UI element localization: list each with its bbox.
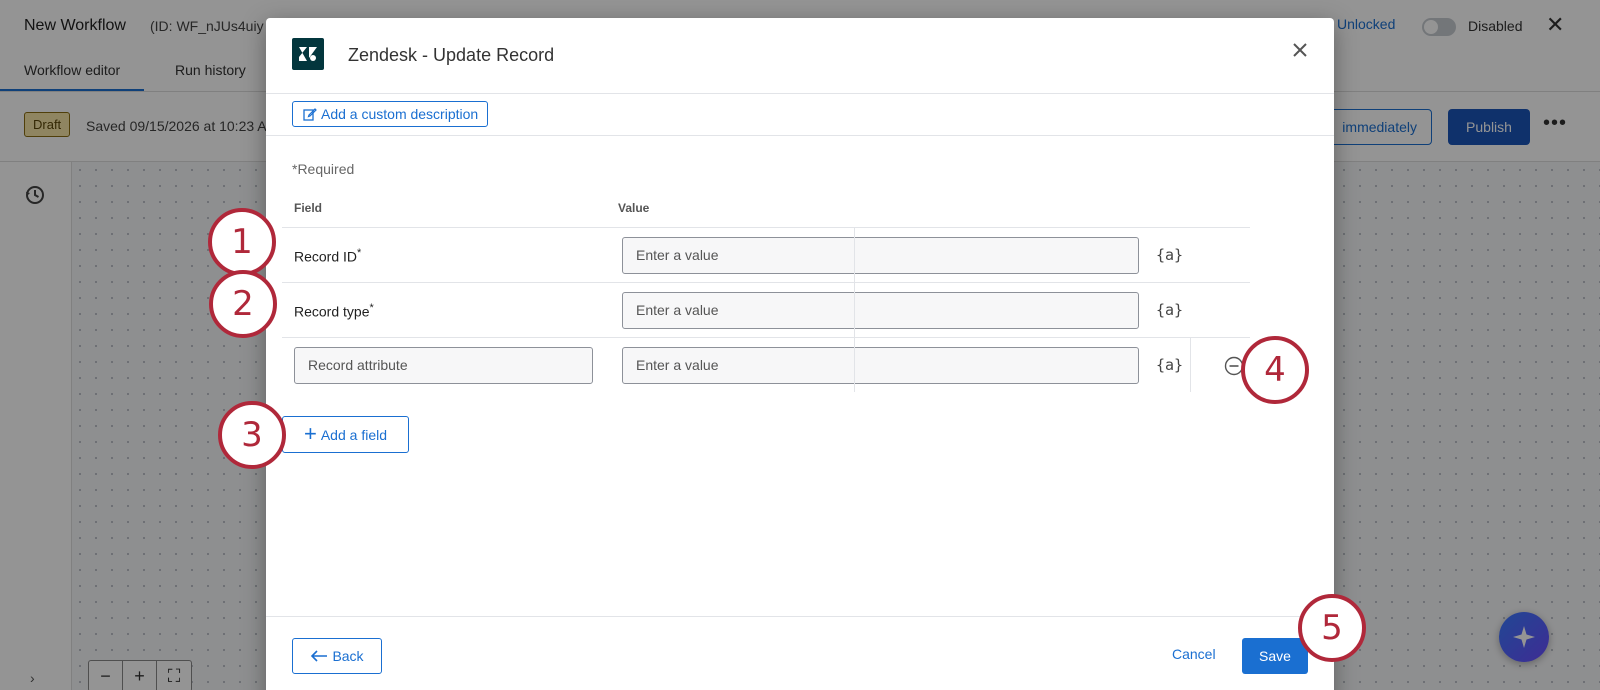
column-divider <box>854 227 855 392</box>
callout-2: 2 <box>209 270 277 338</box>
piped-text-icon[interactable]: {a} <box>1156 356 1183 374</box>
piped-text-icon[interactable]: {a} <box>1156 301 1183 319</box>
callout-3: 3 <box>218 401 286 469</box>
column-header-field: Field <box>294 201 323 215</box>
add-description-label: Add a custom description <box>321 106 479 122</box>
cancel-button[interactable]: Cancel <box>1172 646 1216 662</box>
record-type-value-input[interactable]: Enter a value <box>622 292 1139 329</box>
save-button[interactable]: Save <box>1242 638 1308 674</box>
description-row: Add a custom description <box>266 94 1334 136</box>
action-divider <box>1190 337 1191 392</box>
piped-text-icon[interactable]: {a} <box>1156 246 1183 264</box>
field-label: Record type* <box>294 302 374 320</box>
edit-icon <box>303 108 317 121</box>
back-button[interactable]: Back <box>292 638 382 674</box>
field-label: Record ID* <box>294 247 361 265</box>
required-note: *Required <box>292 161 355 177</box>
field-row-record-attribute: Record attribute Enter a value {a} <box>282 337 1250 392</box>
update-record-modal: Zendesk - Update Record Add a custom des… <box>266 18 1334 690</box>
plus-icon: + <box>303 420 317 446</box>
back-label: Back <box>332 648 364 664</box>
modal-footer: Back Cancel Save <box>266 616 1334 690</box>
field-row-record-type: Record type* Enter a value {a} <box>282 282 1250 337</box>
add-field-button[interactable]: + Add a field <box>282 416 409 453</box>
record-attribute-value-input[interactable]: Enter a value <box>622 347 1139 384</box>
callout-4: 4 <box>1241 336 1309 404</box>
arrow-left-icon <box>311 650 328 662</box>
modal-title: Zendesk - Update Record <box>348 45 555 65</box>
add-field-label: Add a field <box>320 426 388 443</box>
field-label-text: Record ID <box>294 248 358 265</box>
zendesk-logo-icon <box>292 38 324 70</box>
required-mark: * <box>357 247 362 259</box>
column-header-value: Value <box>618 201 650 215</box>
record-attribute-field-input[interactable]: Record attribute <box>294 347 593 384</box>
close-icon[interactable] <box>1290 40 1310 60</box>
field-label-text: Record type <box>294 303 370 320</box>
callout-1: 1 <box>208 208 276 276</box>
modal-header: Zendesk - Update Record <box>266 18 1334 94</box>
field-row-record-id: Record ID* Enter a value {a} <box>282 227 1250 282</box>
required-mark: * <box>369 302 374 314</box>
callout-5: 5 <box>1298 594 1366 662</box>
add-description-button[interactable]: Add a custom description <box>292 101 489 127</box>
record-id-value-input[interactable]: Enter a value <box>622 237 1139 274</box>
